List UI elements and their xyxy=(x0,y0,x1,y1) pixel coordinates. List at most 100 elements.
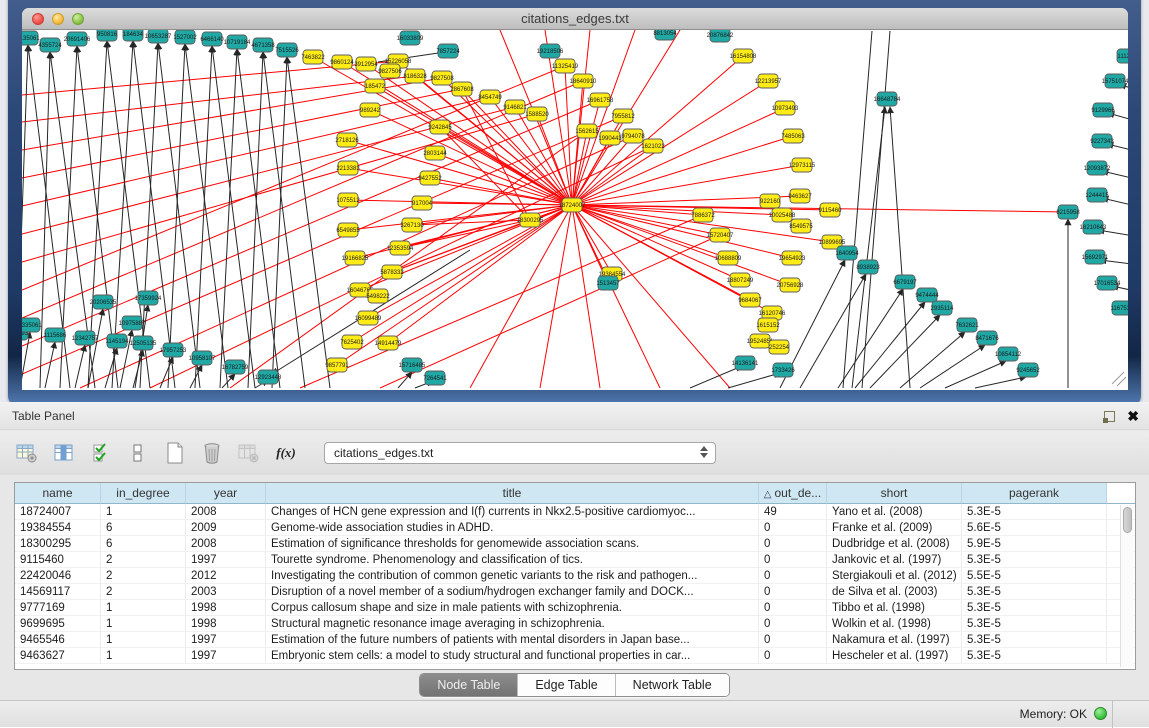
graph-node-label: 12213957 xyxy=(755,79,782,85)
table-selector-value: citations_edges.txt xyxy=(334,446,433,460)
graph-node-label: 2718126 xyxy=(335,138,359,144)
graph-node-label: 989242 xyxy=(360,108,381,114)
tab-node-table[interactable]: Node Table xyxy=(420,674,518,696)
table-row[interactable]: 1456911722003Disruption of a novel membe… xyxy=(15,584,1135,600)
table-cell: Nakamura et al. (1997) xyxy=(827,632,962,648)
delete-table-button[interactable] xyxy=(199,440,225,466)
table-cell: 14569117 xyxy=(15,584,101,600)
network-window-titlebar[interactable]: citations_edges.txt xyxy=(22,8,1128,30)
graph-node-label: 9857791 xyxy=(325,363,349,369)
column-header[interactable]: short xyxy=(827,483,962,504)
graph-node-label: 1244415 xyxy=(1085,193,1109,199)
close-window-button[interactable] xyxy=(32,13,44,25)
canvas-resize-grip[interactable] xyxy=(1112,372,1126,386)
table-cell: Tourette syndrome. Phenomenology and cla… xyxy=(266,552,759,568)
network-canvas[interactable]: 8135061435572420691406950816184634106532… xyxy=(22,30,1128,390)
table-cell: 9699695 xyxy=(15,616,101,632)
table-cell: de Silva et al. (2003) xyxy=(827,584,962,600)
table-cell: 0 xyxy=(759,616,827,632)
graph-node-label: 11325419 xyxy=(552,64,579,70)
table-scrollbar[interactable] xyxy=(1120,505,1133,667)
tab-network-table[interactable]: Network Table xyxy=(616,674,729,696)
graph-node-label: 8813054 xyxy=(653,31,677,37)
graph-node-label: 12973115 xyxy=(789,163,816,169)
table-cell: 22420046 xyxy=(15,568,101,584)
memory-ok-indicator[interactable] xyxy=(1094,707,1107,720)
table-row[interactable]: 911546021997Tourette syndrome. Phenomeno… xyxy=(15,552,1135,568)
table-settings-button[interactable] xyxy=(14,440,40,466)
table-cell: 5.3E-5 xyxy=(962,632,1107,648)
graph-edge xyxy=(890,107,910,388)
table-cell: 5.6E-5 xyxy=(962,520,1107,536)
new-table-button[interactable] xyxy=(162,440,188,466)
scrollbar-thumb[interactable] xyxy=(1123,507,1132,533)
table-row[interactable]: 1872400712008Changes of HCN gene express… xyxy=(15,504,1135,520)
table-cell: 9777169 xyxy=(15,600,101,616)
import-table-button[interactable] xyxy=(236,440,262,466)
column-header[interactable]: name xyxy=(15,483,101,504)
column-header[interactable]: pagerank xyxy=(962,483,1107,504)
table-cell: 18724007 xyxy=(15,504,101,520)
table-cell: 5.5E-5 xyxy=(962,568,1107,584)
graph-node-label: 10899695 xyxy=(819,240,846,246)
column-header[interactable]: △out_de... xyxy=(759,483,827,504)
table-row[interactable]: 969969511998Structural magnetic resonanc… xyxy=(15,616,1135,632)
table-row[interactable]: 977716911998Corpus callosum shape and si… xyxy=(15,600,1135,616)
graph-node-label: 1990443 xyxy=(598,136,622,142)
graph-edge xyxy=(838,289,903,388)
graph-node-label: 10973493 xyxy=(772,106,799,112)
graph-node-label: 8215958 xyxy=(1056,210,1080,216)
graph-node-label: 7485063 xyxy=(781,134,805,140)
citation-network-graph[interactable]: 8135061435572420691406950816184634106532… xyxy=(22,30,1128,390)
graph-node-label: 10025488 xyxy=(769,213,796,219)
table-cell: 1997 xyxy=(186,648,266,664)
table-cell: 1 xyxy=(101,504,186,520)
table-row[interactable]: 1938455462009Genome-wide association stu… xyxy=(15,520,1135,536)
table-cell: 0 xyxy=(759,648,827,664)
status-bar: Memory: OK xyxy=(0,700,1149,727)
table-cell: Dudbridge et al. (2008) xyxy=(827,536,962,552)
header-spacer xyxy=(1107,483,1135,504)
table-cell: 2 xyxy=(101,552,186,568)
graph-edge xyxy=(300,215,703,388)
graph-node-label: 4355724 xyxy=(38,43,62,49)
table-selector-dropdown[interactable]: citations_edges.txt xyxy=(324,442,716,464)
graph-node-label: 9245652 xyxy=(1016,368,1040,374)
graph-node-label: 111263 xyxy=(1117,54,1128,60)
graph-edge xyxy=(185,44,228,388)
table-body: 1872400712008Changes of HCN gene express… xyxy=(15,504,1135,664)
column-header[interactable]: year xyxy=(186,483,266,504)
graph-node-label: 3267130 xyxy=(400,223,424,229)
row-selection-button[interactable] xyxy=(88,440,114,466)
function-builder-button[interactable]: f(x) xyxy=(273,440,299,466)
graph-node-label: 1167534 xyxy=(1111,306,1128,312)
graph-node-label: 4671358 xyxy=(251,43,275,49)
graph-node-label: 16210643 xyxy=(1080,225,1107,231)
show-column-button[interactable] xyxy=(51,440,77,466)
table-cell: 2008 xyxy=(186,504,266,520)
table-cell: 1997 xyxy=(186,632,266,648)
graph-node-label: 3912954 xyxy=(354,62,378,68)
tab-edge-table[interactable]: Edge Table xyxy=(518,674,615,696)
graph-node-label: 9827508 xyxy=(430,76,454,82)
column-header[interactable]: in_degree xyxy=(101,483,186,504)
table-row[interactable]: 946362711997Embryonic stem cells: a mode… xyxy=(15,648,1135,664)
table-row[interactable]: 2242004622012Investigating the contribut… xyxy=(15,568,1135,584)
graph-node-label: 15751074 xyxy=(1102,79,1128,85)
zoom-window-button[interactable] xyxy=(72,13,84,25)
hide-columns-button[interactable] xyxy=(125,440,151,466)
graph-node-label: 20691406 xyxy=(64,37,91,43)
minimize-window-button[interactable] xyxy=(52,13,64,25)
graph-node-label: 7955812 xyxy=(611,114,635,120)
table-row[interactable]: 946554611997Estimation of the future num… xyxy=(15,632,1135,648)
float-panel-icon[interactable] xyxy=(1104,411,1115,422)
table-cell: 0 xyxy=(759,584,827,600)
graph-node-label: 6466140 xyxy=(200,37,224,43)
close-panel-icon[interactable]: ✖ xyxy=(1127,409,1139,423)
graph-node-label: 1335061 xyxy=(22,323,42,329)
graph-node-label: 917004 xyxy=(412,201,433,207)
graph-edge xyxy=(220,49,237,388)
graph-node-label: 9827506 xyxy=(378,69,402,75)
column-header[interactable]: title xyxy=(266,483,759,504)
table-row[interactable]: 1830029562008Estimation of significance … xyxy=(15,536,1135,552)
